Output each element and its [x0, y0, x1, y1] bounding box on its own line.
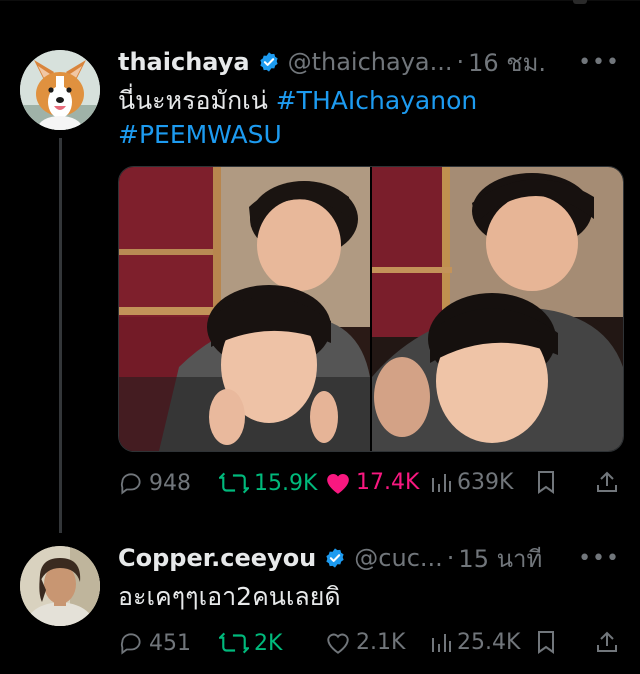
like-icon — [327, 633, 349, 654]
tweet-text: นี่นะหรอมักเน่ #THAIchayanon #PEEMWASU — [118, 84, 477, 152]
retweet-count: 2K — [254, 630, 283, 656]
tweet-timestamp[interactable]: 16 ชม. — [468, 43, 546, 82]
bookmark-icon — [538, 631, 554, 654]
retweet-button[interactable]: 2K — [219, 630, 282, 656]
verified-icon — [324, 547, 346, 569]
bookmark-button[interactable] — [536, 630, 561, 654]
more-icon[interactable]: ••• — [578, 546, 620, 571]
views-button[interactable]: 639K — [430, 470, 513, 495]
top-indicator — [573, 0, 587, 4]
tweet-text-body: นี่นะหรอมักเน่ — [118, 86, 276, 115]
bookmark-icon — [538, 471, 554, 494]
hashtag-link[interactable]: #PEEMWASU — [118, 120, 282, 149]
avatar-corgi[interactable] — [20, 50, 100, 130]
views-icon — [432, 473, 451, 492]
reply-count: 451 — [149, 630, 191, 656]
share-icon — [597, 631, 617, 652]
views-count: 639K — [457, 470, 514, 495]
tweet-text: อะเคๆๆเอา2คนเลยดิ — [118, 582, 341, 611]
views-icon — [432, 633, 451, 652]
separator-dot: · — [456, 48, 465, 76]
retweet-icon — [219, 472, 249, 494]
author-name[interactable]: thaichaya — [118, 48, 250, 76]
tweet-media-grid — [118, 166, 624, 452]
verified-icon — [258, 51, 280, 73]
reply-count: 948 — [149, 470, 191, 496]
views-button[interactable]: 25.4K — [430, 630, 520, 655]
reply-button[interactable]: 451 — [118, 630, 191, 656]
share-button[interactable] — [596, 470, 623, 494]
tweet-timestamp[interactable]: 15 นาที — [458, 539, 542, 578]
views-count: 25.4K — [457, 630, 521, 655]
like-count: 17.4K — [356, 470, 420, 495]
top-divider — [0, 0, 640, 1]
tweet-photo-2[interactable] — [372, 167, 623, 451]
tweet-header: Copper.ceeyou @cuc... · 15 นาที — [118, 544, 542, 573]
thread-connector-line — [59, 138, 62, 533]
retweet-count: 15.9K — [254, 470, 318, 496]
like-button[interactable]: 17.4K — [325, 470, 419, 495]
share-button[interactable] — [596, 630, 623, 654]
tweet-header: thaichaya @thaichaya... · 16 ชม. — [118, 48, 546, 77]
bookmark-button[interactable] — [536, 470, 561, 494]
more-icon[interactable]: ••• — [578, 50, 620, 75]
author-handle[interactable]: @cuc... — [354, 544, 443, 572]
share-icon — [597, 471, 617, 492]
like-icon — [327, 473, 349, 494]
tweet-actions: 451 2K 2.1K 25.4K — [118, 630, 622, 660]
reply-icon — [120, 473, 141, 495]
tweet-actions: 948 15.9K 17.4K 639K — [118, 470, 622, 500]
author-handle[interactable]: @thaichaya... — [288, 48, 453, 76]
author-name[interactable]: Copper.ceeyou — [118, 544, 316, 572]
avatar-user[interactable] — [20, 546, 100, 626]
retweet-button[interactable]: 15.9K — [219, 470, 317, 496]
like-button[interactable]: 2.1K — [325, 630, 405, 655]
retweet-icon — [219, 632, 249, 654]
hashtag-link[interactable]: #THAIchayanon — [276, 86, 478, 115]
tweet-photo-1[interactable] — [119, 167, 370, 451]
like-count: 2.1K — [356, 630, 406, 655]
reply-icon — [120, 633, 141, 655]
separator-dot: · — [446, 544, 455, 572]
reply-button[interactable]: 948 — [118, 470, 191, 496]
